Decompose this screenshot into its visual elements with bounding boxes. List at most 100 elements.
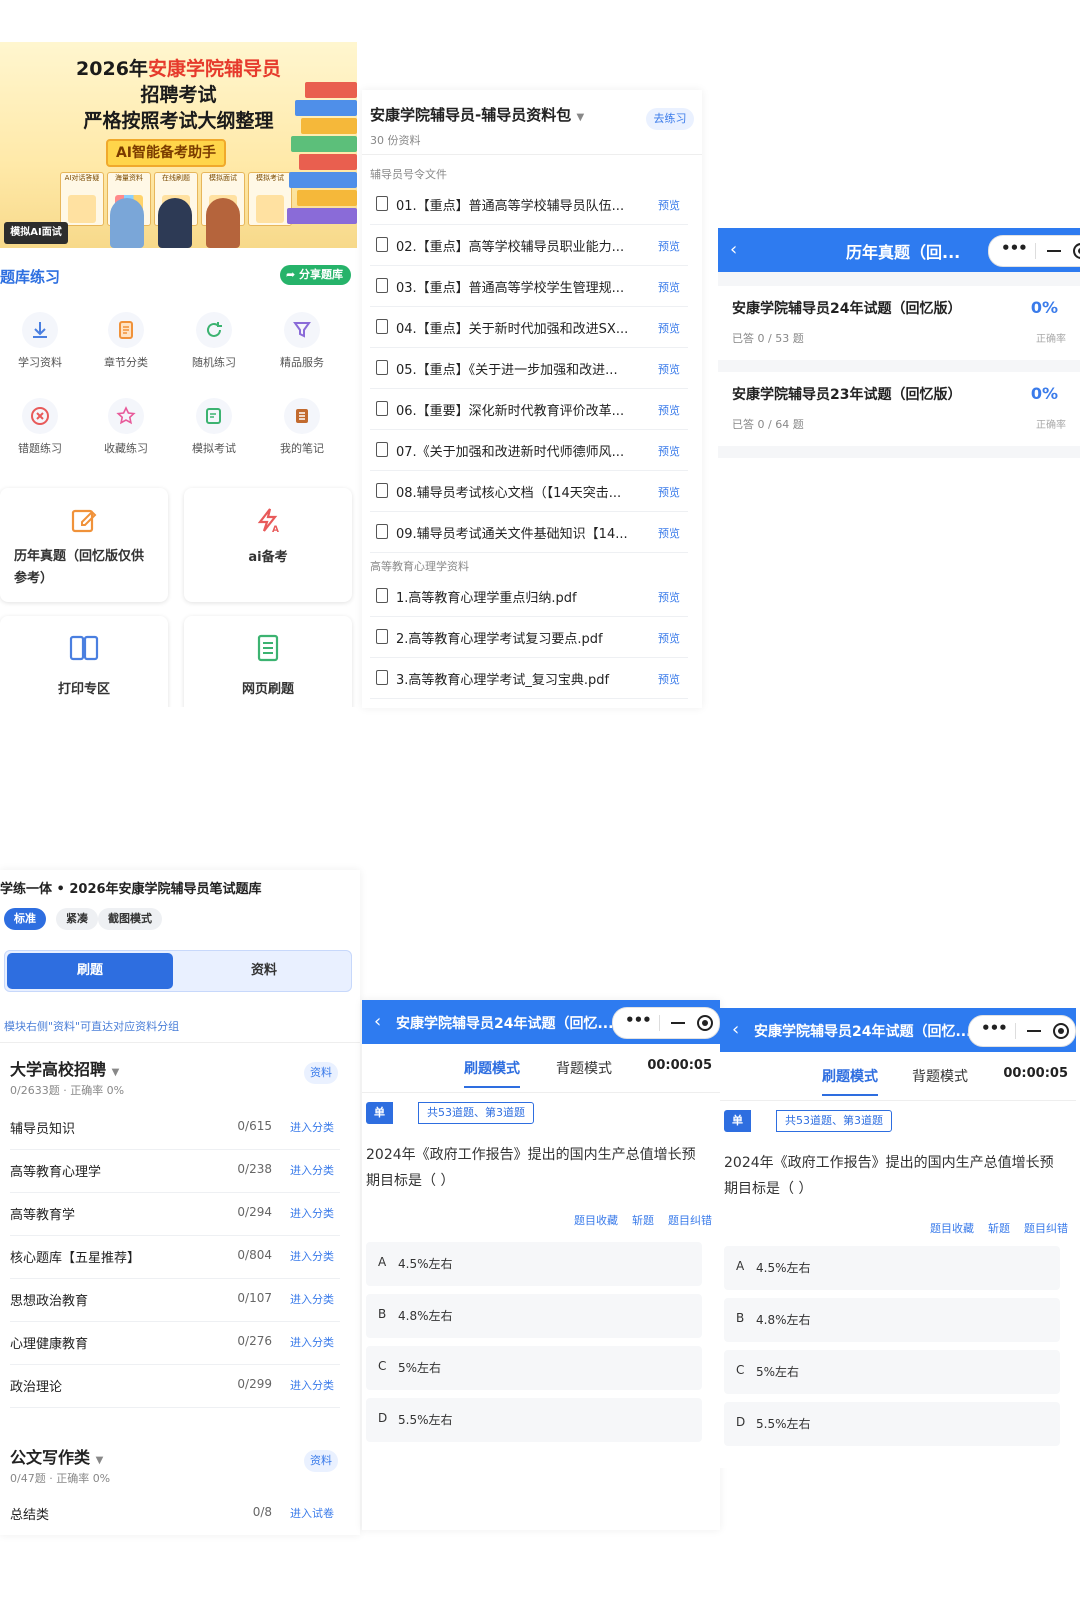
file-row[interactable]: 04.【重点】关于新时代加强和改进SX... 预览 bbox=[370, 307, 688, 348]
option-a[interactable]: A 4.5%左右 bbox=[366, 1242, 702, 1286]
file-row[interactable]: 2.高等教育心理学考试复习要点.pdf 预览 bbox=[370, 617, 688, 658]
category-row[interactable]: 高等教育学 0/294 进入分类 bbox=[10, 1192, 340, 1236]
preview-link[interactable]: 预览 bbox=[658, 402, 680, 418]
enter-category-link[interactable]: 进入分类 bbox=[290, 1377, 334, 1393]
tab-memorize-mode[interactable]: 背题模式 bbox=[556, 1058, 612, 1078]
grid-item-wrong-questions[interactable]: 错题练习 bbox=[0, 398, 80, 456]
preview-link[interactable]: 预览 bbox=[658, 320, 680, 336]
tab-memorize-mode[interactable]: 背题模式 bbox=[912, 1066, 968, 1086]
card-web-practice[interactable]: 网页刷题 bbox=[184, 616, 352, 707]
preview-link[interactable]: 预览 bbox=[658, 589, 680, 605]
grid-item-chapters[interactable]: 章节分类 bbox=[86, 312, 166, 370]
chip-compact[interactable]: 紧凑 bbox=[56, 908, 98, 930]
file-row[interactable]: 09.辅导员考试通关文件基础知识【14... 预览 bbox=[370, 512, 688, 553]
more-icon[interactable]: ••• bbox=[1001, 239, 1028, 257]
option-d[interactable]: D 5.5%左右 bbox=[366, 1398, 702, 1442]
file-row[interactable]: 07.《关于加强和改进新时代师德师风... 预览 bbox=[370, 430, 688, 471]
exam-item[interactable]: 安康学院辅导员23年试题（回忆版） 已答 0 / 64 题 0% 正确率 bbox=[718, 372, 1080, 446]
resource-pack-title[interactable]: 安康学院辅导员-辅导员资料包 ▼ bbox=[370, 104, 584, 125]
segment-materials[interactable]: 资料 bbox=[181, 953, 347, 989]
grid-item-notes[interactable]: 我的笔记 bbox=[262, 398, 342, 456]
file-row[interactable]: 06.【重要】深化新时代教育评价改革... 预览 bbox=[370, 389, 688, 430]
favorite-question-link[interactable]: 题目收藏 bbox=[574, 1214, 618, 1227]
preview-link[interactable]: 预览 bbox=[658, 443, 680, 459]
file-row[interactable]: 05.【重点】《关于进一步加强和改进... 预览 bbox=[370, 348, 688, 389]
minimize-icon[interactable] bbox=[1027, 1030, 1041, 1032]
option-b[interactable]: B 4.8%左右 bbox=[366, 1294, 702, 1338]
grid-item-mock-exam[interactable]: 模拟考试 bbox=[174, 398, 254, 456]
category-row[interactable]: 核心题库【五星推荐】 0/804 进入分类 bbox=[10, 1235, 340, 1279]
option-c[interactable]: C 5%左右 bbox=[366, 1346, 702, 1390]
preview-link[interactable]: 预览 bbox=[658, 361, 680, 377]
skip-question-link[interactable]: 斩题 bbox=[988, 1222, 1010, 1235]
option-c[interactable]: C 5%左右 bbox=[724, 1350, 1060, 1394]
minimize-icon[interactable] bbox=[671, 1022, 685, 1024]
grid-item-study-materials[interactable]: 学习资料 bbox=[0, 312, 80, 370]
exam-item[interactable]: 安康学院辅导员24年试题（回忆版） 已答 0 / 53 题 0% 正确率 bbox=[718, 286, 1080, 360]
chip-standard[interactable]: 标准 bbox=[4, 908, 46, 930]
file-row[interactable]: 02.【重点】高等学校辅导员职业能力... 预览 bbox=[370, 225, 688, 266]
group-title[interactable]: 公文写作类 ▼ bbox=[10, 1444, 103, 1468]
group-materials-button[interactable]: 资料 bbox=[304, 1450, 338, 1472]
minimize-icon[interactable] bbox=[1047, 250, 1061, 252]
enter-category-link[interactable]: 进入分类 bbox=[290, 1119, 334, 1135]
share-bank-button[interactable]: ➦ 分享题库 bbox=[279, 265, 351, 285]
file-row[interactable]: 3.高等教育心理学考试_复习宝典.pdf 预览 bbox=[370, 658, 688, 699]
enter-category-link[interactable]: 进入分类 bbox=[290, 1248, 334, 1264]
card-print-zone[interactable]: 打印专区 bbox=[0, 616, 168, 707]
category-row[interactable]: 思想政治教育 0/107 进入分类 bbox=[10, 1278, 340, 1322]
share-arrow-icon: ➦ bbox=[285, 268, 299, 281]
option-a[interactable]: A 4.5%左右 bbox=[724, 1246, 1060, 1290]
group-title[interactable]: 大学高校招聘 ▼ bbox=[10, 1056, 119, 1080]
close-target-icon[interactable] bbox=[1053, 1023, 1069, 1039]
preview-link[interactable]: 预览 bbox=[658, 630, 680, 646]
promo-banner[interactable]: 2026年安康学院辅导员 招聘考试 严格按照考试大纲整理 AI智能备考助手 AI… bbox=[0, 42, 357, 248]
group-materials-button[interactable]: 资料 bbox=[304, 1062, 338, 1084]
option-d[interactable]: D 5.5%左右 bbox=[724, 1402, 1060, 1446]
preview-link[interactable]: 预览 bbox=[658, 279, 680, 295]
file-row[interactable]: 03.【重点】普通高等学校学生管理规... 预览 bbox=[370, 266, 688, 307]
grid-item-premium[interactable]: 精品服务 bbox=[262, 312, 342, 370]
close-target-icon[interactable] bbox=[1073, 243, 1080, 259]
group-name: 公文写作类 bbox=[10, 1448, 91, 1467]
favorite-question-link[interactable]: 题目收藏 bbox=[930, 1222, 974, 1235]
category-count: 0/615 bbox=[237, 1119, 272, 1133]
more-icon[interactable]: ••• bbox=[981, 1019, 1008, 1037]
preview-link[interactable]: 预览 bbox=[658, 484, 680, 500]
card-past-exams[interactable]: 历年真题（回忆版仅供参考） bbox=[0, 488, 168, 602]
chip-screenshot-mode[interactable]: 截图模式 bbox=[98, 908, 162, 930]
enter-category-link[interactable]: 进入分类 bbox=[290, 1291, 334, 1307]
segment-practice[interactable]: 刷题 bbox=[7, 953, 173, 989]
preview-link[interactable]: 预览 bbox=[658, 238, 680, 254]
preview-link[interactable]: 预览 bbox=[658, 197, 680, 213]
more-icon[interactable]: ••• bbox=[625, 1011, 652, 1029]
category-row[interactable]: 政治理论 0/299 进入分类 bbox=[10, 1364, 340, 1408]
skip-question-link[interactable]: 斩题 bbox=[632, 1214, 654, 1227]
option-b[interactable]: B 4.8%左右 bbox=[724, 1298, 1060, 1342]
grid-item-favorites[interactable]: 收藏练习 bbox=[86, 398, 166, 456]
back-icon[interactable]: ‹ bbox=[374, 1011, 381, 1032]
grid-item-random[interactable]: 随机练习 bbox=[174, 312, 254, 370]
file-row[interactable]: 01.【重点】普通高等学校辅导员队伍... 预览 bbox=[370, 184, 688, 225]
category-row[interactable]: 辅导员知识 0/615 进入分类 bbox=[10, 1106, 340, 1150]
category-row[interactable]: 总结类 0/8 进入试卷 bbox=[10, 1492, 340, 1535]
report-error-link[interactable]: 题目纠错 bbox=[668, 1214, 712, 1227]
tab-practice-mode[interactable]: 刷题模式 bbox=[464, 1058, 520, 1088]
file-row[interactable]: 08.辅导员考试核心文档（【14天突击... 预览 bbox=[370, 471, 688, 512]
back-icon[interactable]: ‹ bbox=[732, 1019, 739, 1040]
go-practice-button[interactable]: 去练习 bbox=[646, 108, 694, 130]
enter-category-link[interactable]: 进入分类 bbox=[290, 1162, 334, 1178]
card-ai-prep[interactable]: A ai备考 bbox=[184, 488, 352, 602]
category-row[interactable]: 心理健康教育 0/276 进入分类 bbox=[10, 1321, 340, 1365]
enter-category-link[interactable]: 进入分类 bbox=[290, 1205, 334, 1221]
preview-link[interactable]: 预览 bbox=[658, 525, 680, 541]
back-icon[interactable]: ‹ bbox=[730, 239, 737, 260]
enter-category-link[interactable]: 进入分类 bbox=[290, 1334, 334, 1350]
report-error-link[interactable]: 题目纠错 bbox=[1024, 1222, 1068, 1235]
enter-category-link[interactable]: 进入试卷 bbox=[290, 1505, 334, 1521]
preview-link[interactable]: 预览 bbox=[658, 671, 680, 687]
file-row[interactable]: 1.高等教育心理学重点归纳.pdf 预览 bbox=[370, 576, 688, 617]
category-row[interactable]: 高等教育心理学 0/238 进入分类 bbox=[10, 1149, 340, 1193]
close-target-icon[interactable] bbox=[697, 1015, 713, 1031]
tab-practice-mode[interactable]: 刷题模式 bbox=[822, 1066, 878, 1096]
